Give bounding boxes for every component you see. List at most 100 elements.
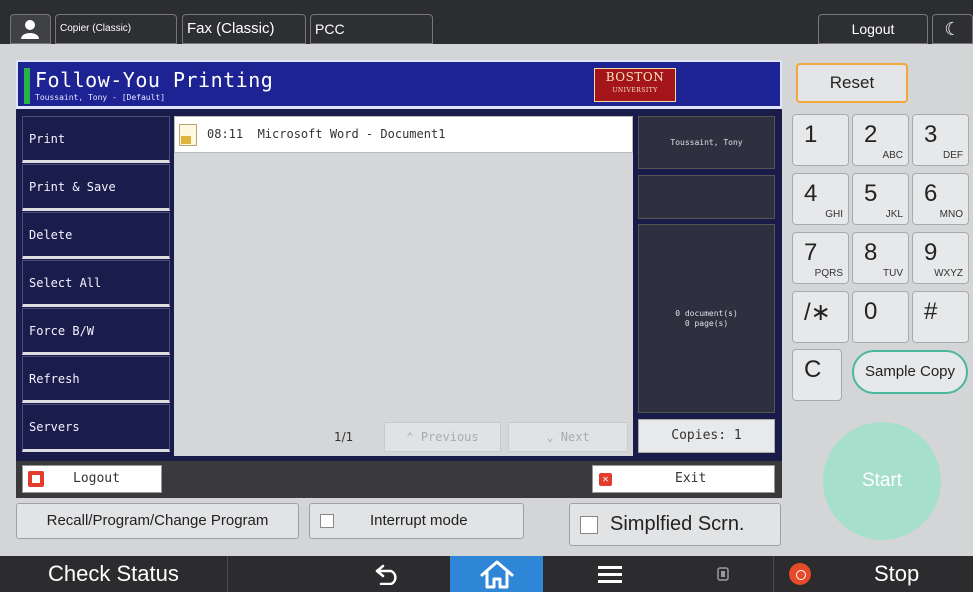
key-digit: 3 bbox=[924, 121, 938, 148]
key-letters: GHI bbox=[825, 209, 843, 220]
key-3[interactable]: 3 DEF bbox=[912, 114, 969, 166]
page-count: 1/1 bbox=[334, 430, 354, 444]
recall-program-button[interactable]: Recall/Program/Change Program bbox=[16, 503, 299, 539]
page-total: 0 page(s) bbox=[684, 319, 729, 328]
interrupt-label: Interrupt mode bbox=[370, 512, 468, 529]
previous-button[interactable]: ⌃ Previous bbox=[384, 422, 501, 452]
start-button[interactable]: Start bbox=[823, 422, 941, 540]
top-bar: Copier (Classic) Fax (Classic) PCC Logou… bbox=[0, 0, 973, 44]
key-digit: # bbox=[924, 298, 938, 325]
simplified-checkbox bbox=[580, 516, 598, 534]
data-light-icon bbox=[715, 566, 731, 582]
simplified-screen-button[interactable]: Simplfied Scrn. bbox=[569, 503, 781, 546]
sample-copy-button[interactable]: Sample Copy bbox=[852, 350, 968, 394]
menu-delete[interactable]: Delete bbox=[22, 212, 170, 259]
close-icon: ✕ bbox=[599, 473, 612, 486]
simplified-label: Simplfied Scrn. bbox=[610, 513, 745, 535]
back-button[interactable] bbox=[340, 556, 440, 592]
exit-label: Exit bbox=[675, 471, 707, 486]
key-digit: 7 bbox=[804, 239, 818, 266]
action-menu: Print Print & Save Delete Select All For… bbox=[22, 116, 170, 456]
fax-classic-tab[interactable]: Fax (Classic) bbox=[182, 14, 306, 44]
job-row[interactable]: 08:11 Microsoft Word - Document1 bbox=[174, 116, 633, 153]
key-digit: 9 bbox=[924, 239, 938, 266]
key-digit: /∗ bbox=[804, 299, 831, 326]
back-arrow-icon bbox=[375, 564, 397, 585]
job-label: 08:11 Microsoft Word - Document1 bbox=[207, 117, 445, 152]
key-2[interactable]: 2 ABC bbox=[852, 114, 909, 166]
key-digit: 0 bbox=[864, 298, 878, 325]
key-letters: PQRS bbox=[814, 268, 843, 279]
key-letters: JKL bbox=[885, 209, 903, 220]
menu-refresh[interactable]: Refresh bbox=[22, 356, 170, 403]
job-time: 08:11 bbox=[207, 127, 244, 141]
menu-print[interactable]: Print bbox=[22, 116, 170, 163]
key-hash[interactable]: # bbox=[912, 291, 969, 343]
next-button[interactable]: ⌄ Next bbox=[508, 422, 628, 452]
copies-button[interactable]: Copies: 1 bbox=[638, 419, 775, 453]
user-tab[interactable] bbox=[10, 14, 51, 44]
key-letters: TUV bbox=[883, 268, 903, 279]
info-blank bbox=[638, 175, 775, 219]
menu-servers[interactable]: Servers bbox=[22, 404, 170, 452]
app-logout-button[interactable]: Logout bbox=[22, 465, 162, 493]
stop-button[interactable]: Stop bbox=[773, 556, 973, 592]
key-7[interactable]: 7 PQRS bbox=[792, 232, 849, 284]
key-1[interactable]: 1 bbox=[792, 114, 849, 166]
stop-label: Stop bbox=[874, 561, 920, 586]
app-header: Follow-You Printing Toussaint, Tony - [D… bbox=[16, 60, 782, 109]
exit-button[interactable]: ✕ Exit bbox=[592, 465, 775, 493]
key-digit: 8 bbox=[864, 239, 878, 266]
key-digit: 5 bbox=[864, 180, 878, 207]
copier-classic-tab[interactable]: Copier (Classic) bbox=[55, 14, 177, 44]
key-8[interactable]: 8 TUV bbox=[852, 232, 909, 284]
info-user-name: Toussaint, Tony bbox=[638, 116, 775, 169]
job-list: 08:11 Microsoft Word - Document1 bbox=[174, 116, 633, 456]
menu-button[interactable] bbox=[560, 556, 660, 592]
app-title: Follow-You Printing bbox=[35, 68, 274, 92]
logo-line1: BOSTON bbox=[605, 70, 665, 84]
key-digit: 1 bbox=[804, 121, 818, 148]
logout-button[interactable]: Logout bbox=[818, 14, 928, 44]
logo-line2: UNIVERSITY bbox=[612, 87, 658, 94]
key-slash-star[interactable]: /∗ bbox=[792, 291, 849, 343]
boston-university-logo: BOSTON UNIVERSITY bbox=[594, 68, 676, 102]
key-9[interactable]: 9 WXYZ bbox=[912, 232, 969, 284]
key-5[interactable]: 5 JKL bbox=[852, 173, 909, 225]
user-icon bbox=[21, 20, 39, 39]
hamburger-icon bbox=[598, 566, 622, 583]
app-logout-label: Logout bbox=[73, 471, 120, 486]
job-name: Microsoft Word - Document1 bbox=[257, 127, 446, 141]
app-user: Toussaint, Tony - [Default] bbox=[35, 93, 166, 102]
home-button[interactable] bbox=[450, 556, 543, 592]
bottom-bar: Check Status Stop bbox=[0, 556, 973, 592]
moon-icon[interactable]: ☾ bbox=[932, 14, 973, 44]
document-count: 0 document(s) bbox=[675, 309, 738, 318]
menu-print-and-save[interactable]: Print & Save bbox=[22, 164, 170, 211]
logout-icon bbox=[28, 471, 44, 487]
interrupt-checkbox bbox=[320, 514, 334, 528]
key-letters: DEF bbox=[943, 150, 963, 161]
menu-force-bw[interactable]: Force B/W bbox=[22, 308, 170, 355]
key-6[interactable]: 6 MNO bbox=[912, 173, 969, 225]
key-4[interactable]: 4 GHI bbox=[792, 173, 849, 225]
stop-icon bbox=[789, 563, 811, 585]
home-icon bbox=[480, 560, 514, 589]
status-bar bbox=[24, 68, 30, 104]
key-0[interactable]: 0 bbox=[852, 291, 909, 343]
key-letters: MNO bbox=[939, 209, 963, 220]
info-stats: 0 document(s) 0 page(s) bbox=[638, 224, 775, 413]
check-status-button[interactable]: Check Status bbox=[0, 556, 228, 592]
key-letters: WXYZ bbox=[934, 268, 963, 279]
pcc-tab[interactable]: PCC bbox=[310, 14, 433, 44]
follow-you-printing-panel: Follow-You Printing Toussaint, Tony - [D… bbox=[16, 60, 782, 498]
interrupt-mode-button[interactable]: Interrupt mode bbox=[309, 503, 524, 539]
key-letters: ABC bbox=[882, 150, 903, 161]
key-clear[interactable]: C bbox=[792, 349, 842, 401]
reset-button[interactable]: Reset bbox=[796, 63, 908, 103]
document-icon bbox=[179, 124, 197, 146]
app-bottom-bar: Logout ✕ Exit bbox=[16, 461, 782, 498]
menu-select-all[interactable]: Select All bbox=[22, 260, 170, 307]
key-digit: 4 bbox=[804, 180, 818, 207]
key-digit: 2 bbox=[864, 121, 878, 148]
